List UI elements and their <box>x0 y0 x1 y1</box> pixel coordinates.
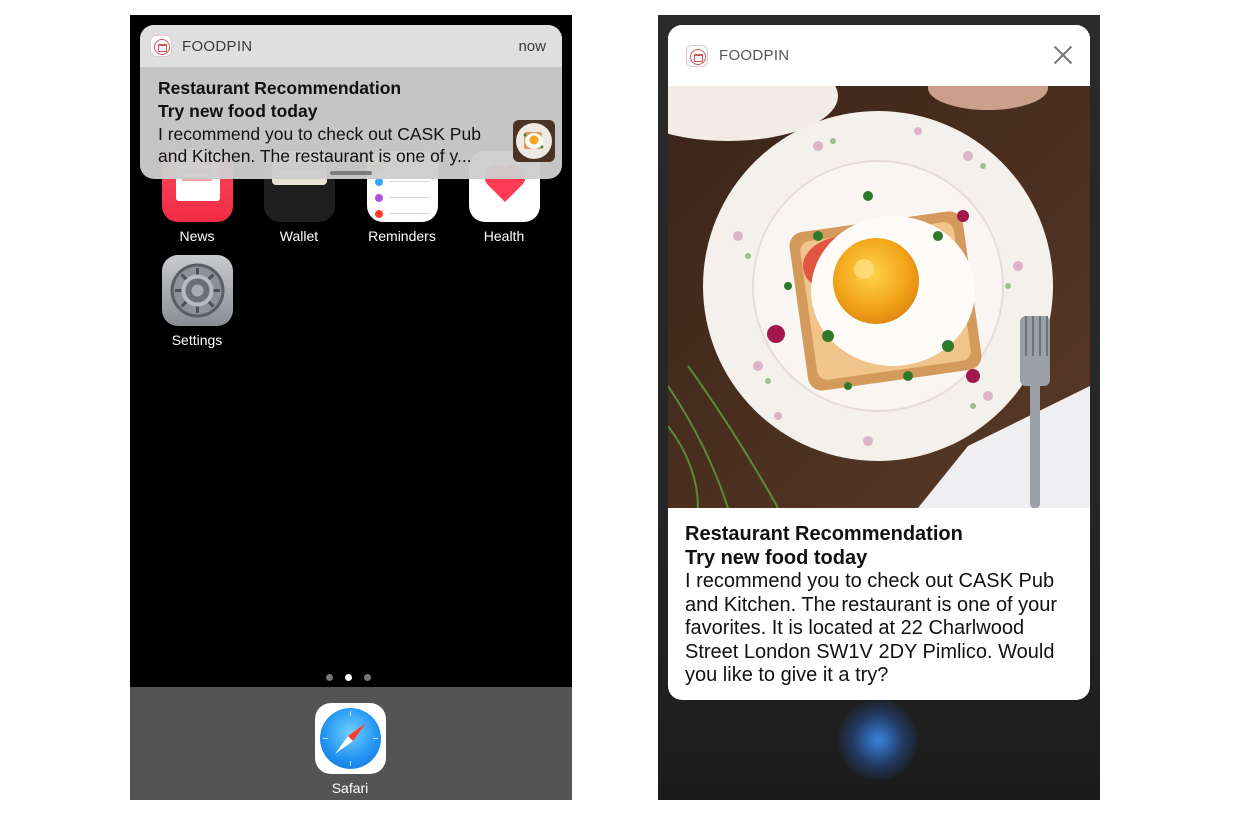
notification-grabber[interactable] <box>330 171 372 175</box>
wallet-app-label: Wallet <box>279 228 319 244</box>
notification-banner[interactable]: FOODPIN now Restaurant Recommendation Tr… <box>140 25 562 179</box>
notification-app-name: FOODPIN <box>182 38 253 55</box>
notification-body: I recommend you to check out CASK Pub an… <box>685 570 1058 686</box>
safari-app-label: Safari <box>331 780 369 796</box>
notification-app-name: FOODPIN <box>719 47 790 64</box>
close-icon[interactable] <box>1052 44 1074 66</box>
safari-app-icon[interactable] <box>315 703 386 774</box>
notification-thumbnail-image <box>513 120 555 162</box>
page-indicator[interactable] <box>326 674 376 682</box>
home-screen: News Wallet Reminders Health Settings FO… <box>130 15 572 800</box>
notification-time: now <box>518 38 546 55</box>
page-dot-current <box>345 674 352 681</box>
notification-subtitle: Try new food today <box>685 547 868 569</box>
notification-title: Restaurant Recommendation <box>158 78 402 98</box>
notification-title: Restaurant Recommendation <box>685 523 963 545</box>
gear-icon <box>170 263 225 318</box>
notification-body: I recommend you to check out CASK Pub an… <box>158 124 481 166</box>
expanded-notification-screen: FOODPIN Restaurant Recommendation Try ne… <box>658 15 1100 800</box>
news-app-label: News <box>179 228 215 244</box>
settings-app-icon[interactable] <box>162 255 233 326</box>
notification-content: Restaurant Recommendation Try new food t… <box>685 522 1077 688</box>
safari-compass-icon <box>320 708 381 769</box>
foodpin-app-icon <box>150 35 172 57</box>
notification-header: FOODPIN now <box>140 25 562 67</box>
siri-orb <box>838 700 918 780</box>
page-dot <box>364 674 371 681</box>
reminders-app-label: Reminders <box>368 228 436 244</box>
notification-content: Restaurant Recommendation Try new food t… <box>158 77 498 167</box>
food-photo-image <box>668 86 1090 508</box>
expanded-notification-card[interactable]: FOODPIN Restaurant Recommendation Try ne… <box>668 25 1090 700</box>
health-app-label: Health <box>483 228 525 244</box>
foodpin-app-icon <box>686 45 708 67</box>
page-dot <box>326 674 333 681</box>
notification-header: FOODPIN <box>668 25 1090 86</box>
settings-app-label: Settings <box>171 332 223 348</box>
notification-subtitle: Try new food today <box>158 101 318 121</box>
